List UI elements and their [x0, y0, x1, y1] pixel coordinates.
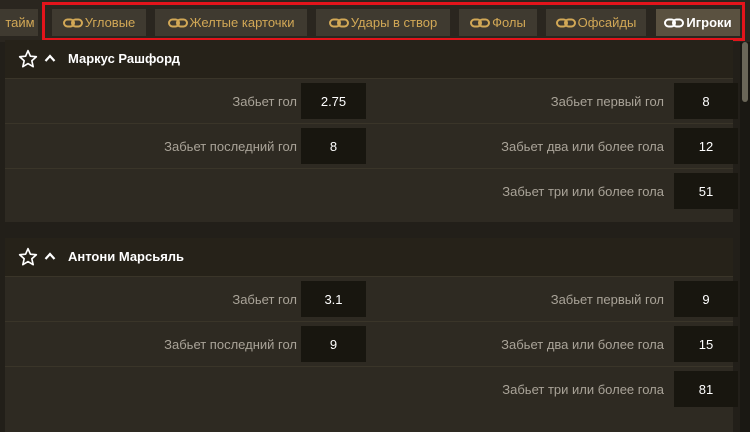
odd-button[interactable]: 15 — [674, 326, 738, 362]
market-label: Забьет три или более гола — [502, 184, 664, 199]
tab-label: Офсайды — [577, 15, 637, 30]
tab-label: Игроки — [686, 15, 732, 30]
odd-button[interactable]: 9 — [674, 281, 738, 317]
link-icon — [555, 18, 576, 28]
market-label: Забьет два или более гола — [501, 337, 664, 352]
market-label: Забьет первый гол — [550, 94, 664, 109]
player-name: Антони Марсьяль — [68, 249, 185, 264]
market-row: Забьет последний гол 8 Забьет два или бо… — [5, 123, 738, 168]
market-label: Забьет последний гол — [164, 139, 297, 154]
market-label: Забьет гол — [232, 94, 297, 109]
tab-shots-on-target[interactable]: Удары в створ — [316, 9, 450, 36]
player-card: Антони Марсьяль Забьет гол 3.1 Забьет пе… — [5, 238, 738, 432]
tab-half[interactable]: тайм — [0, 9, 38, 36]
odd-button[interactable]: 12 — [674, 128, 738, 164]
player-header[interactable]: Маркус Рашфорд — [5, 40, 733, 78]
chevron-up-icon[interactable] — [44, 53, 56, 63]
market-row: Забьет три или более гола 81 — [5, 366, 738, 411]
tab-label: Удары в створ — [350, 15, 438, 30]
link-icon — [62, 18, 83, 28]
market-label: Забьет три или более гола — [502, 382, 664, 397]
star-outline-icon[interactable] — [18, 49, 38, 69]
odd-button[interactable]: 9 — [301, 326, 366, 362]
link-icon — [470, 18, 491, 28]
market-label: Забьет последний гол — [164, 337, 297, 352]
odd-button[interactable]: 3.1 — [301, 281, 366, 317]
tab-fouls[interactable]: Фолы — [459, 9, 537, 36]
market-row: Забьет гол 3.1 Забьет первый гол 9 — [5, 276, 738, 321]
tab-offsides[interactable]: Офсайды — [546, 9, 646, 36]
odd-button[interactable]: 81 — [674, 371, 738, 407]
tab-label: Угловые — [84, 15, 136, 30]
market-label: Забьет первый гол — [550, 292, 664, 307]
tab-players[interactable]: Игроки — [656, 9, 740, 36]
star-outline-icon[interactable] — [18, 247, 38, 267]
market-tabs: тайм Угловые Желтые карточки Удары в ств… — [0, 0, 750, 42]
market-row: Забьет последний гол 9 Забьет два или бо… — [5, 321, 738, 366]
odd-button[interactable]: 8 — [674, 83, 738, 119]
odd-button[interactable]: 51 — [674, 173, 738, 209]
link-icon — [328, 18, 349, 28]
tab-label: Фолы — [492, 15, 526, 30]
odd-button[interactable]: 8 — [301, 128, 366, 164]
scrollbar-thumb[interactable] — [742, 42, 748, 102]
odd-button[interactable]: 2.75 — [301, 83, 366, 119]
player-name: Маркус Рашфорд — [68, 51, 180, 66]
link-icon — [167, 18, 188, 28]
player-header[interactable]: Антони Марсьяль — [5, 238, 733, 276]
tab-label: Желтые карточки — [189, 15, 295, 30]
tab-corners[interactable]: Угловые — [52, 9, 146, 36]
market-row: Забьет гол 2.75 Забьет первый гол 8 — [5, 78, 738, 123]
link-icon — [664, 18, 685, 28]
tab-yellow-cards[interactable]: Желтые карточки — [155, 9, 307, 36]
market-label: Забьет гол — [232, 292, 297, 307]
page: тайм Угловые Желтые карточки Удары в ств… — [0, 0, 750, 432]
player-card: Маркус Рашфорд Забьет гол 2.75 Забьет пе… — [5, 40, 738, 222]
market-row: Забьет три или более гола 51 — [5, 168, 738, 213]
chevron-up-icon[interactable] — [44, 251, 56, 261]
tab-label: тайм — [5, 15, 35, 30]
market-label: Забьет два или более гола — [501, 139, 664, 154]
